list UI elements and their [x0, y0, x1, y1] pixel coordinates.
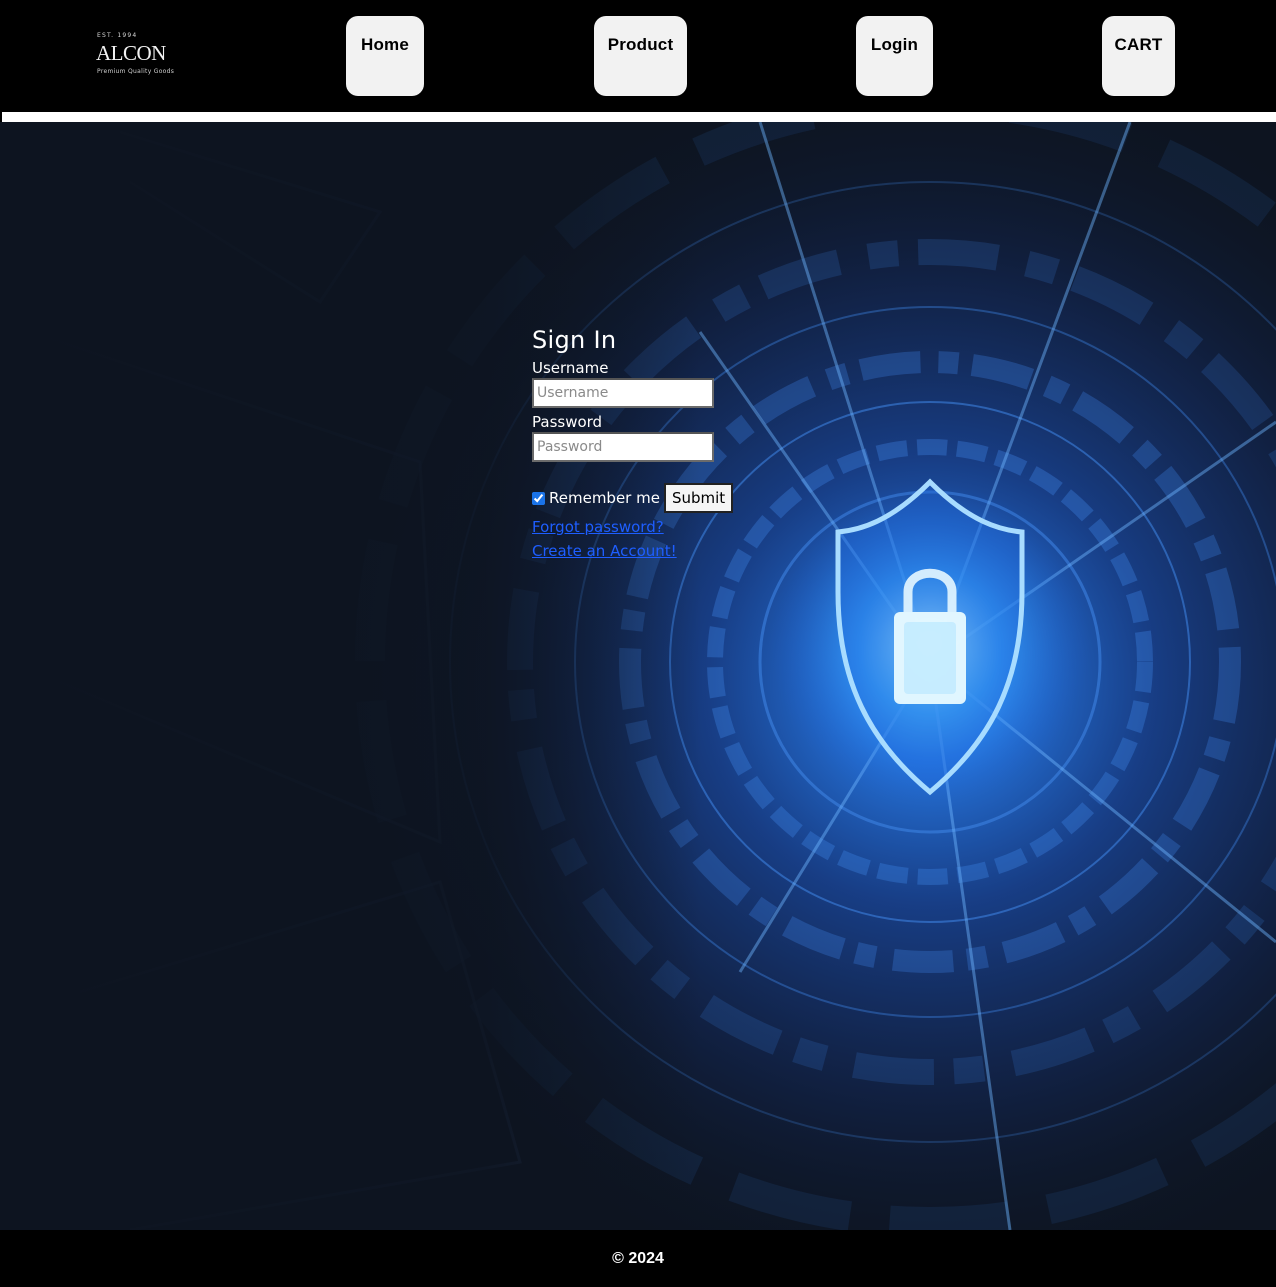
copyright-text: © 2024	[612, 1250, 664, 1267]
site-header: EST. 1994 ALCON Premium Quality Goods Ho…	[0, 0, 1276, 112]
password-label: Password	[532, 413, 603, 431]
remember-me-checkbox[interactable]	[532, 491, 545, 505]
sign-in-title: Sign In	[532, 326, 617, 354]
forgot-password-link[interactable]: Forgot password?	[532, 515, 792, 539]
sign-in-form: Sign In Username Password Remember me Su…	[532, 322, 792, 563]
header-divider	[2, 112, 1276, 122]
nav-cart-button[interactable]: CART	[1102, 16, 1175, 96]
nav-home-button[interactable]: Home	[346, 16, 424, 96]
username-label: Username	[532, 359, 609, 377]
nav-login-button[interactable]: Login	[856, 16, 933, 96]
cyber-security-illustration	[0, 122, 1276, 1230]
nav-product-button[interactable]: Product	[594, 16, 687, 96]
security-hero-background	[0, 122, 1276, 1230]
logo-established: EST. 1994	[97, 32, 138, 39]
create-account-link[interactable]: Create an Account!	[532, 539, 792, 563]
password-input[interactable]	[532, 432, 714, 462]
username-input[interactable]	[532, 378, 714, 408]
logo-tagline: Premium Quality Goods	[97, 68, 175, 75]
remember-submit-row: Remember me Submit	[532, 483, 792, 513]
submit-button[interactable]: Submit	[663, 483, 734, 513]
remember-me-label[interactable]: Remember me	[549, 489, 660, 507]
logo-brand-name: ALCON	[96, 41, 166, 65]
brand-logo[interactable]: EST. 1994 ALCON Premium Quality Goods	[96, 32, 186, 82]
site-footer: © 2024	[0, 1230, 1276, 1287]
